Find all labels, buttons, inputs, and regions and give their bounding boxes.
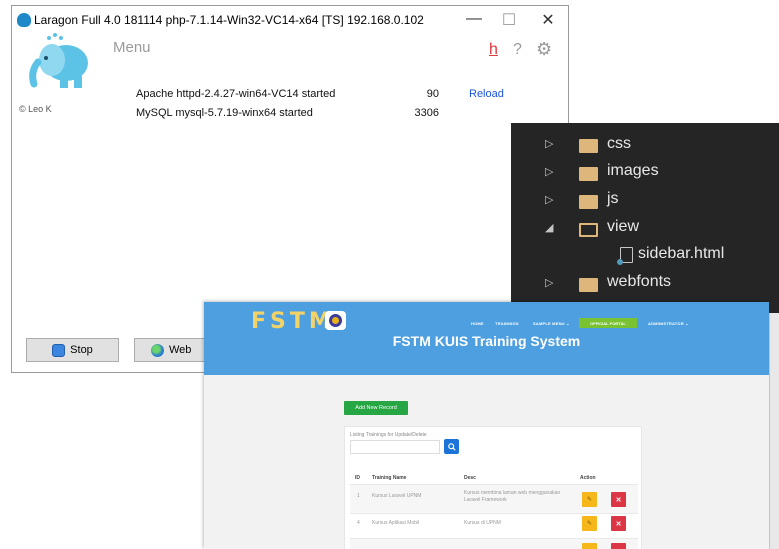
stop-button[interactable]: Stop <box>26 338 119 362</box>
expand-arrow-icon[interactable]: ▷ <box>545 137 553 150</box>
card-heading: Listing Trainings for Update/Delete <box>350 432 427 438</box>
minimize-button[interactable]: — <box>464 10 484 28</box>
add-new-record-button[interactable]: Add New Record <box>344 401 408 415</box>
apache-port: 90 <box>426 88 439 100</box>
web-button-label: Web <box>169 344 192 356</box>
nav-home[interactable]: HOME <box>471 321 484 326</box>
row-training-name: Kursus Aplikasi Mobil <box>372 520 420 526</box>
tree-item-webfonts[interactable]: webfonts <box>607 273 671 291</box>
page-title: FSTM KUIS Training System <box>392 333 581 349</box>
search-button[interactable] <box>444 439 459 454</box>
delete-button[interactable] <box>611 543 626 549</box>
nav-sample-menu[interactable]: SAMPLE MENU ⌄ <box>533 321 570 326</box>
expand-arrow-icon[interactable]: ▷ <box>545 276 553 289</box>
title-bar: Laragon Full 4.0 181114 php-7.1.14-Win32… <box>12 6 568 34</box>
file-badge-icon <box>617 259 623 265</box>
divider <box>350 513 638 514</box>
file-explorer-tree: ▷ css ▷ images ▷ js ◢ view sidebar.html … <box>511 123 779 313</box>
delete-icon: ✕ <box>615 496 622 504</box>
browser-page: FSTM HOME TRAININGS SAMPLE MENU ⌄ OFFICI… <box>204 302 769 549</box>
open-folder-icon <box>579 223 598 237</box>
edit-button[interactable]: ✎ <box>582 492 597 507</box>
row-training-name: Kursus Laravel UPNM <box>372 493 422 499</box>
author-label: © Leo K <box>19 104 52 114</box>
expand-arrow-icon[interactable]: ▷ <box>545 165 553 178</box>
column-header-training-name: Training Name <box>372 475 407 481</box>
folder-icon <box>579 167 598 181</box>
stop-icon <box>52 343 66 357</box>
row-desc: Kursus di UPNM <box>464 520 501 526</box>
column-header-desc: Desc <box>464 475 476 481</box>
edit-button[interactable] <box>582 543 597 549</box>
row-desc: Kursus membina laman web menggunakan Lar… <box>464 490 561 503</box>
row-id: 1 <box>357 493 360 499</box>
delete-button[interactable]: ✕ <box>611 492 626 507</box>
window-edge <box>769 313 779 549</box>
tree-item-images[interactable]: images <box>607 162 659 180</box>
nav-trainings[interactable]: TRAININGS <box>495 321 519 326</box>
column-header-id: ID <box>355 475 360 481</box>
delete-button[interactable]: ✕ <box>611 516 626 531</box>
delete-icon: ✕ <box>615 520 622 528</box>
brand-logo[interactable]: FSTM <box>251 309 335 334</box>
nav-administrator[interactable]: ADMINISTRATOR ⌄ <box>648 321 689 326</box>
tree-item-js[interactable]: js <box>607 190 619 208</box>
row-id: 4 <box>357 520 360 526</box>
expand-arrow-icon[interactable]: ▷ <box>545 193 553 206</box>
maximize-button[interactable]: ☐ <box>499 10 519 30</box>
globe-icon <box>151 343 164 357</box>
tree-item-view[interactable]: view <box>607 218 639 236</box>
folder-icon <box>579 195 598 209</box>
laragon-logo-icon <box>17 13 31 27</box>
column-header-action: Action <box>580 475 596 481</box>
brand-emblem-icon <box>325 311 346 330</box>
nav-official-portal[interactable]: OFFICIAL PORTAL <box>579 318 637 328</box>
mysql-service-status: MySQL mysql-5.7.19-winx64 started <box>136 107 313 119</box>
search-input[interactable] <box>350 440 440 454</box>
h-icon[interactable]: h <box>489 41 498 59</box>
web-button[interactable]: Web <box>134 338 214 362</box>
folder-icon <box>579 278 598 292</box>
edit-icon: ✎ <box>586 497 593 503</box>
edit-icon: ✎ <box>586 521 593 527</box>
elephant-logo-icon <box>29 33 88 88</box>
tree-item-sidebar-html[interactable]: sidebar.html <box>638 245 724 263</box>
menu-label[interactable]: Menu <box>113 39 151 56</box>
edit-button[interactable]: ✎ <box>582 516 597 531</box>
tree-item-css[interactable]: css <box>607 135 631 153</box>
apache-service-status: Apache httpd-2.4.27-win64-VC14 started <box>136 88 336 100</box>
folder-icon <box>579 139 598 153</box>
collapse-arrow-icon[interactable]: ◢ <box>545 221 553 234</box>
gear-icon[interactable]: ⚙ <box>536 39 552 60</box>
search-icon <box>447 442 456 451</box>
mysql-port: 3306 <box>414 107 439 119</box>
stop-button-label: Stop <box>70 344 93 356</box>
reload-link[interactable]: Reload <box>469 88 504 100</box>
help-icon[interactable]: ? <box>513 41 522 59</box>
window-title: Laragon Full 4.0 181114 php-7.1.14-Win32… <box>34 13 424 27</box>
close-button[interactable]: ✕ <box>538 10 558 30</box>
